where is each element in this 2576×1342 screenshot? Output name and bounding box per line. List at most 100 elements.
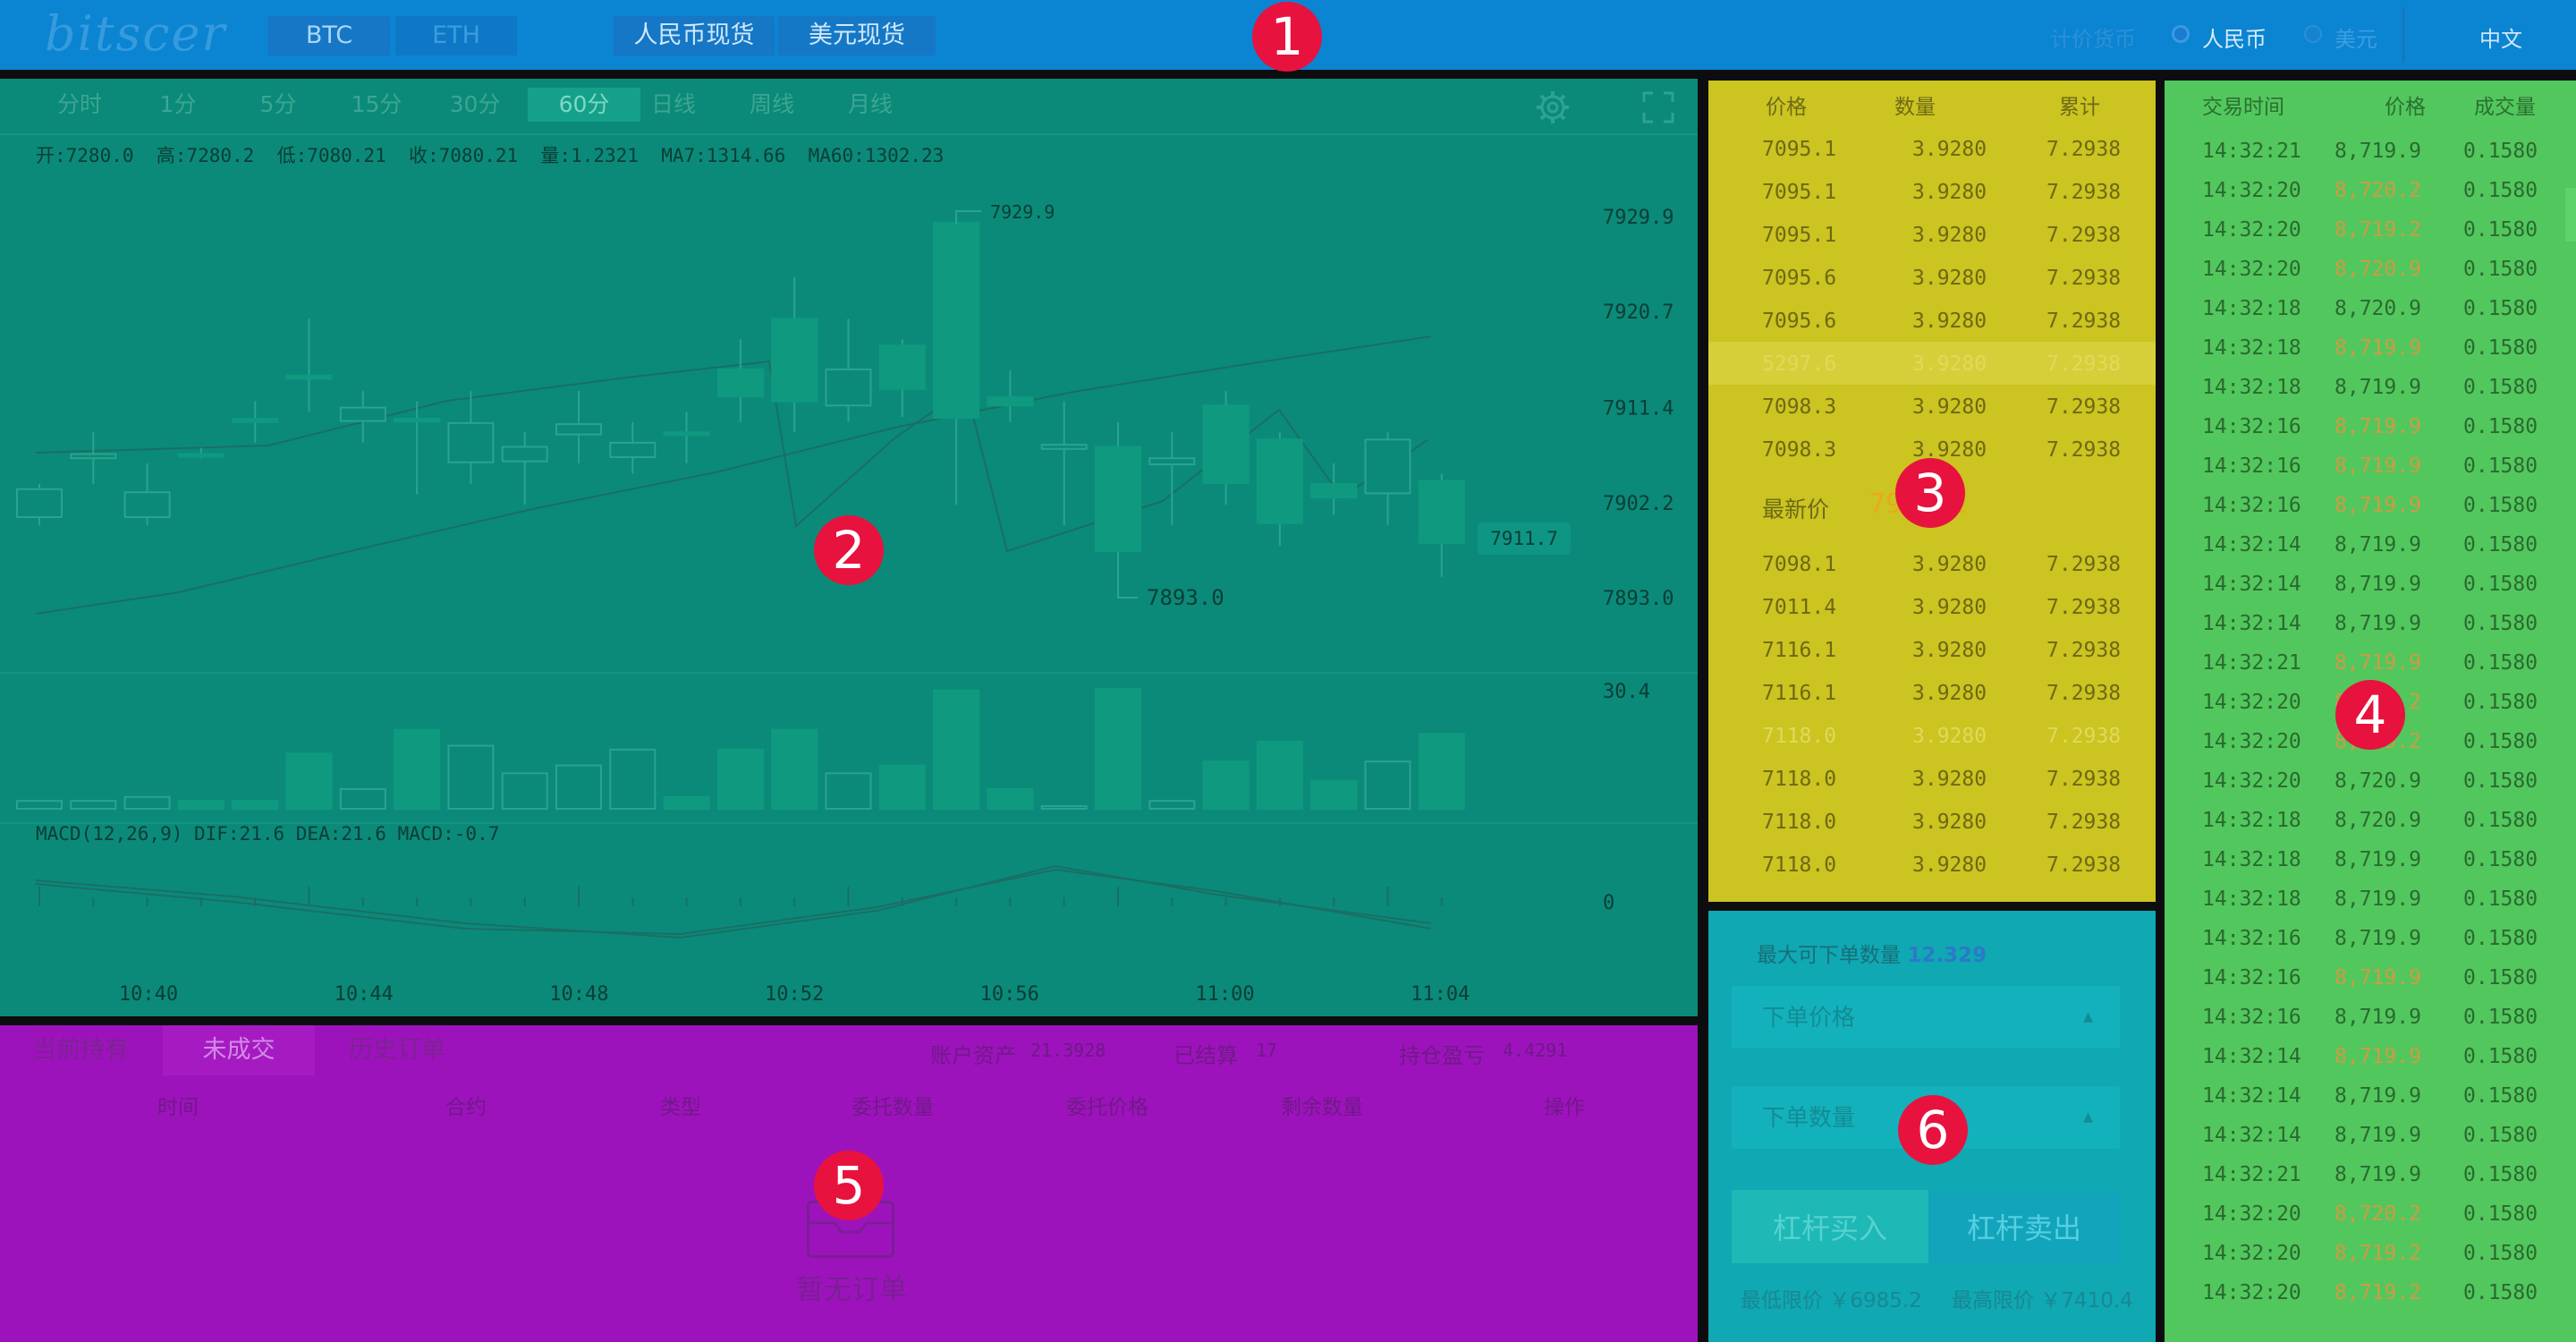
trade-row: 14:32:18 8,719.9 0.1580 xyxy=(2165,843,2576,882)
ob-total: 7.2938 xyxy=(2046,639,2122,662)
ob-total: 7.2938 xyxy=(2046,267,2122,290)
amount-stepper-icon[interactable]: ▴ xyxy=(2083,1106,2093,1128)
candle-body xyxy=(933,221,980,420)
ob-ask-row[interactable]: 7095.1 3.9280 7.2938 xyxy=(1708,170,2156,213)
trade-volume: 0.1580 xyxy=(2463,258,2538,281)
trade-row: 14:32:20 8,720.9 0.1580 xyxy=(2165,252,2576,292)
trades-header-price: 价格 xyxy=(2385,96,2426,119)
ob-bid-row[interactable]: 7118.0 3.9280 7.2938 xyxy=(1708,714,2156,757)
price-stepper-icon[interactable]: ▴ xyxy=(2083,1006,2093,1028)
trade-time: 14:32:14 xyxy=(2202,1084,2301,1108)
trade-price: 8,720.9 xyxy=(2334,297,2421,320)
candle-body xyxy=(1040,444,1088,450)
coin-tab-eth[interactable]: ETH xyxy=(395,16,517,55)
ob-bid-row[interactable]: 7118.0 3.9280 7.2938 xyxy=(1708,757,2156,800)
orders-col-3: 委托数量 xyxy=(852,1096,934,1119)
marker-5: 5 xyxy=(814,1151,884,1220)
leverage-sell-button[interactable]: 杠杆卖出 xyxy=(1928,1190,2120,1263)
candle-body xyxy=(447,421,495,463)
candle-body xyxy=(555,423,602,436)
volume-bar xyxy=(1040,805,1088,810)
currency-option-usd[interactable]: 美元 xyxy=(2334,21,2377,53)
language-selector[interactable]: 中文 xyxy=(2479,21,2522,53)
trade-time: 14:32:21 xyxy=(2202,651,2301,675)
trade-time: 14:32:14 xyxy=(2202,1124,2301,1147)
tab-open-orders[interactable]: 未成交 xyxy=(163,1025,315,1075)
trade-volume: 0.1580 xyxy=(2463,218,2538,242)
trade-price: 8,719.9 xyxy=(2334,612,2421,635)
market-tab-usd-spot[interactable]: 美元现货 xyxy=(778,16,936,55)
ob-total: 7.2938 xyxy=(2046,553,2122,576)
radio-usd-icon[interactable] xyxy=(2304,25,2322,43)
ob-ask-row[interactable]: 7095.6 3.9280 7.2938 xyxy=(1708,299,2156,342)
ob-bid-row[interactable]: 7116.1 3.9280 7.2938 xyxy=(1708,671,2156,714)
ob-ask-row[interactable]: 7098.3 3.9280 7.2938 xyxy=(1708,385,2156,428)
trade-time: 14:32:14 xyxy=(2202,573,2301,596)
min-limit-price: 最低限价 ￥6985.2 xyxy=(1741,1289,1922,1312)
ob-ask-row[interactable]: 7095.1 3.9280 7.2938 xyxy=(1708,127,2156,170)
ob-price: 7118.0 xyxy=(1762,854,1837,877)
marker-1: 1 xyxy=(1252,2,1322,72)
trade-volume: 0.1580 xyxy=(2463,691,2538,714)
ob-bid-row[interactable]: 7118.0 3.9280 7.2938 xyxy=(1708,843,2156,886)
trade-volume: 0.1580 xyxy=(2463,1045,2538,1068)
order-price-field[interactable]: ▴ xyxy=(1732,986,2120,1050)
ob-ask-row[interactable]: 7095.1 3.9280 7.2938 xyxy=(1708,213,2156,256)
orders-col-5: 剩余数量 xyxy=(1281,1096,1363,1119)
tab-current-holdings[interactable]: 当前持有 xyxy=(25,1025,136,1075)
trade-price: 8,720.2 xyxy=(2334,179,2421,202)
ob-ask-row[interactable]: 5297.6 3.9280 7.2938 xyxy=(1708,342,2156,385)
brand-logo[interactable]: bitscer xyxy=(45,5,226,62)
ob-bid-row[interactable]: 7098.1 3.9280 7.2938 xyxy=(1708,542,2156,585)
ob-bid-row[interactable]: 7118.0 3.9280 7.2938 xyxy=(1708,800,2156,843)
stat-settled-value: 17 xyxy=(1256,1040,1278,1061)
ob-price: 7095.1 xyxy=(1762,224,1837,247)
trade-volume: 0.1580 xyxy=(2463,573,2538,596)
high-marker-label: 7929.9 xyxy=(990,201,1055,223)
ob-amount: 3.9280 xyxy=(1912,768,1987,791)
trade-row: 14:32:14 8,719.9 0.1580 xyxy=(2165,528,2576,567)
trade-row: 14:32:16 8,719.9 0.1580 xyxy=(2165,410,2576,449)
order-amount-input[interactable] xyxy=(1732,1086,2032,1151)
low-marker-line xyxy=(1117,587,1138,599)
ob-ask-row[interactable]: 7095.6 3.9280 7.2938 xyxy=(1708,256,2156,299)
max-order-value: 12.329 xyxy=(1907,944,1987,967)
candle-body xyxy=(285,374,333,380)
y-axis-tick: 7893.0 xyxy=(1603,588,1674,610)
ob-bid-row[interactable]: 7011.4 3.9280 7.2938 xyxy=(1708,585,2156,628)
marker-4: 4 xyxy=(2335,680,2405,750)
volume-bar xyxy=(1202,760,1250,811)
trade-price: 8,719.9 xyxy=(2334,1045,2421,1068)
trade-row: 14:32:18 8,720.9 0.1580 xyxy=(2165,803,2576,843)
candle-body xyxy=(1095,446,1141,553)
trade-price: 8,719.9 xyxy=(2334,415,2421,438)
trade-volume: 0.1580 xyxy=(2463,1242,2538,1265)
ob-total: 7.2938 xyxy=(2046,854,2122,877)
trade-row: 14:32:18 8,719.9 0.1580 xyxy=(2165,882,2576,922)
trade-row: 14:32:14 8,719.9 0.1580 xyxy=(2165,607,2576,646)
trade-volume: 0.1580 xyxy=(2463,848,2538,871)
market-tab-cny-spot[interactable]: 人民币现货 xyxy=(614,16,775,55)
order-price-input[interactable] xyxy=(1732,986,2032,1050)
trade-row: 14:32:16 8,719.9 0.1580 xyxy=(2165,922,2576,961)
radio-cny-icon[interactable] xyxy=(2172,25,2190,43)
trade-time: 14:32:18 xyxy=(2202,848,2301,871)
trade-row: 14:32:20 8,720.2 0.1580 xyxy=(2165,1197,2576,1236)
currency-option-cny[interactable]: 人民币 xyxy=(2202,21,2267,53)
trade-price: 8,720.9 xyxy=(2334,809,2421,832)
candle-body xyxy=(232,418,279,423)
leverage-buy-button[interactable]: 杠杆买入 xyxy=(1732,1190,1928,1263)
macd-axis-zero: 0 xyxy=(1603,892,1614,914)
trade-volume: 0.1580 xyxy=(2463,415,2538,438)
trade-row: 14:32:14 8,719.9 0.1580 xyxy=(2165,1040,2576,1079)
ob-bid-row[interactable]: 7116.1 3.9280 7.2938 xyxy=(1708,628,2156,671)
volume-axis-max: 30.4 xyxy=(1603,681,1650,703)
ob-price: 7098.3 xyxy=(1762,438,1837,462)
tab-order-history[interactable]: 历史订单 xyxy=(342,1025,453,1075)
coin-tab-btc[interactable]: BTC xyxy=(268,16,390,55)
trade-price: 8,719.9 xyxy=(2334,651,2421,675)
trade-volume: 0.1580 xyxy=(2463,966,2538,990)
trade-time: 14:32:20 xyxy=(2202,258,2301,281)
trades-scrollbar[interactable] xyxy=(2565,188,2576,242)
low-marker-label: 7893.0 xyxy=(1147,585,1224,610)
